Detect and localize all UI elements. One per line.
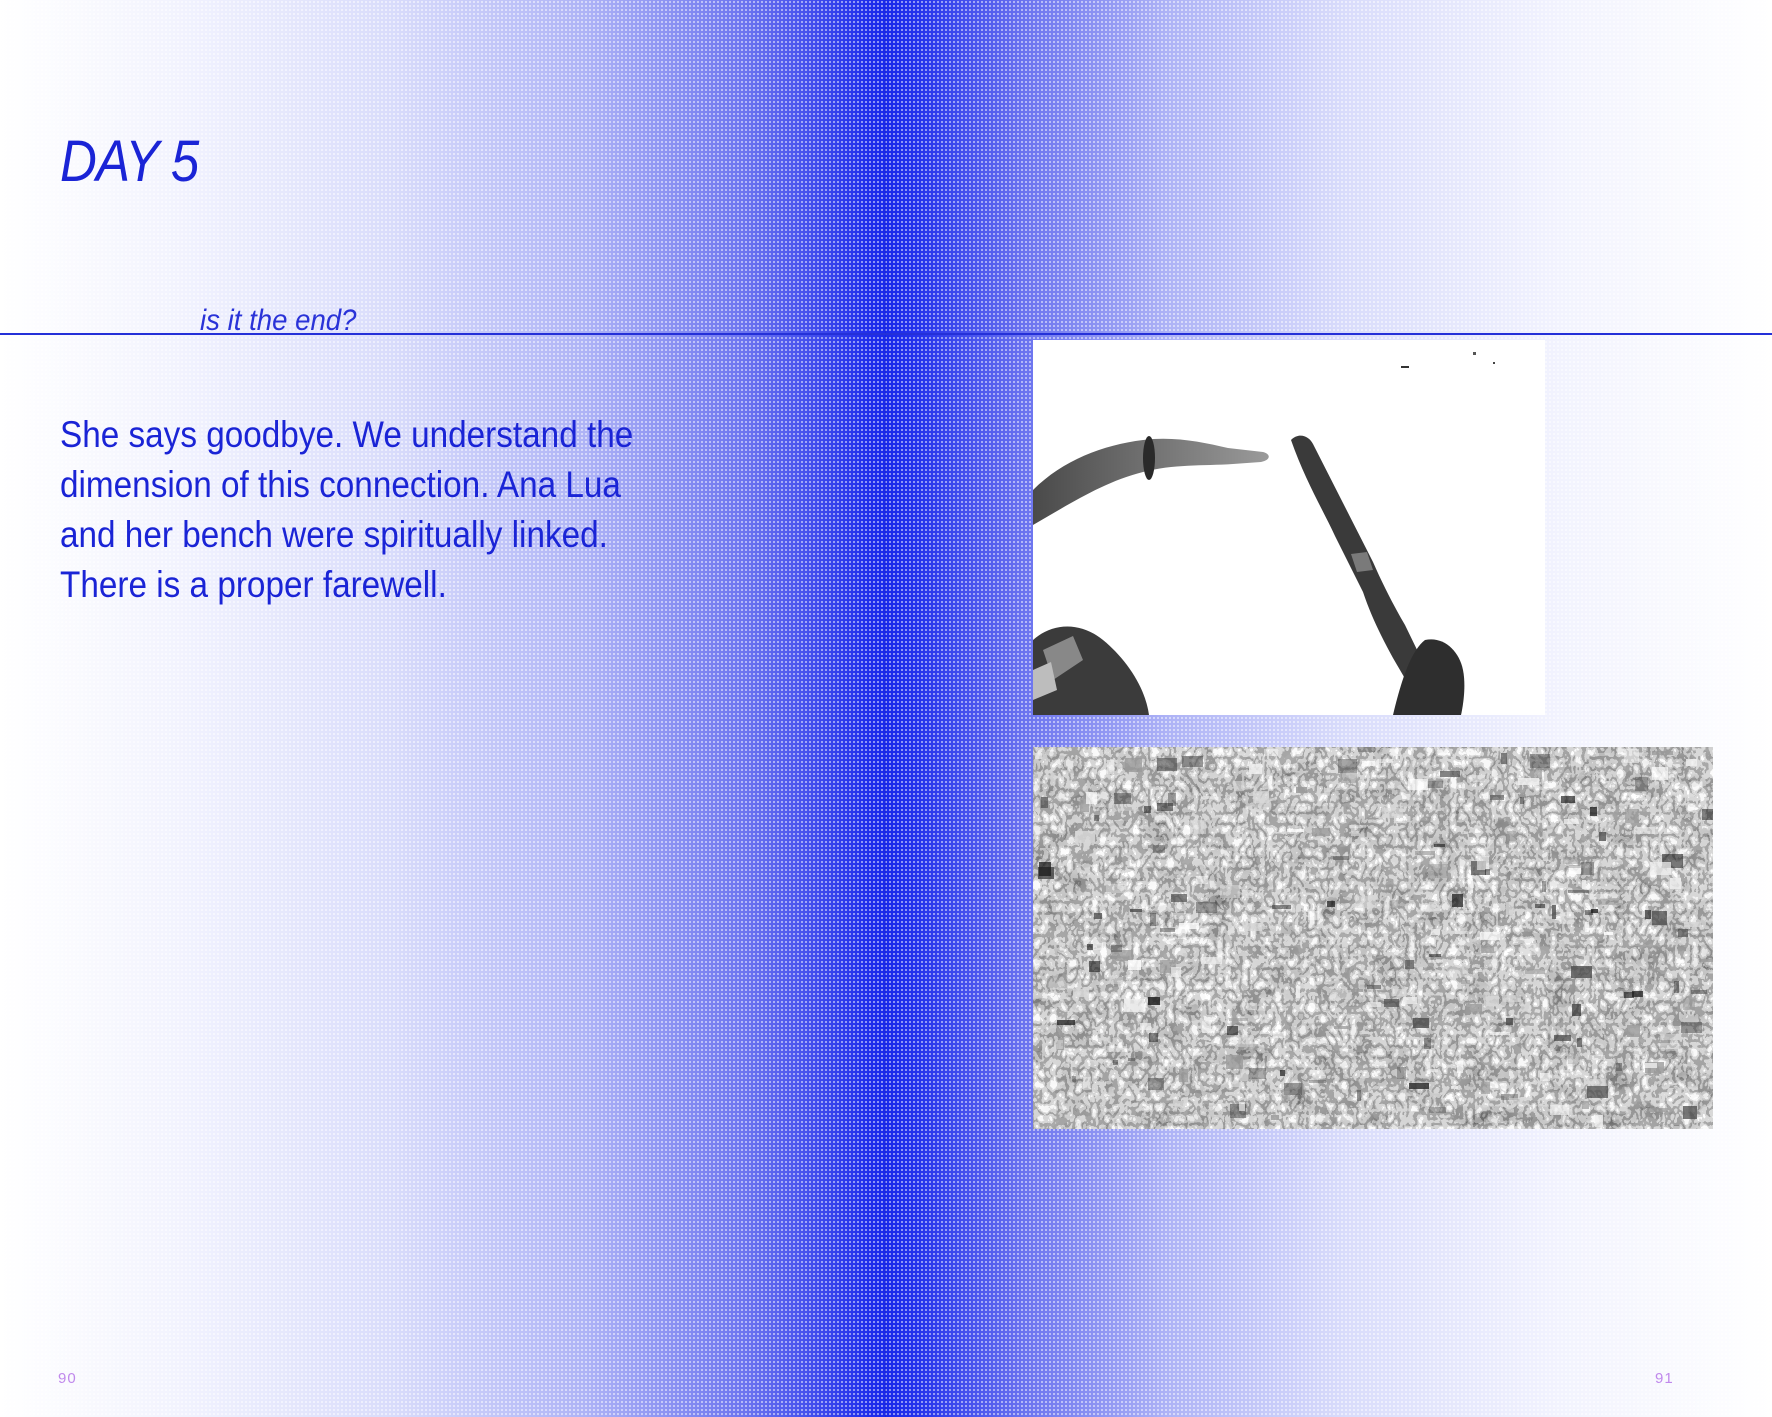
book-spread: DAY 5 is it the end? She says goodbye. W… <box>0 0 1772 1417</box>
page-title: DAY 5 <box>60 129 199 194</box>
photo-arm-and-stick <box>1033 340 1545 715</box>
paragraph-line: She says goodbye. We understand the <box>60 414 634 455</box>
photo-arm-and-stick-graphic <box>1033 340 1545 715</box>
page-subtitle: is it the end? <box>200 304 357 334</box>
paragraph-line: There is a proper farewell. <box>60 564 447 605</box>
spine-gutter <box>885 0 886 1417</box>
page-number-right: 91 <box>1655 1370 1674 1387</box>
page-number-left: 90 <box>58 1370 77 1387</box>
photo-glitch-texture <box>1033 747 1713 1129</box>
paragraph-line: dimension of this connection. Ana Lua <box>60 464 621 505</box>
paragraph-line: and her bench were spiritually linked. <box>60 514 608 555</box>
photo-glitch-texture-graphic <box>1033 747 1713 1129</box>
body-paragraph: She says goodbye. We understand the dime… <box>60 410 690 610</box>
horizontal-rule <box>0 333 1772 335</box>
